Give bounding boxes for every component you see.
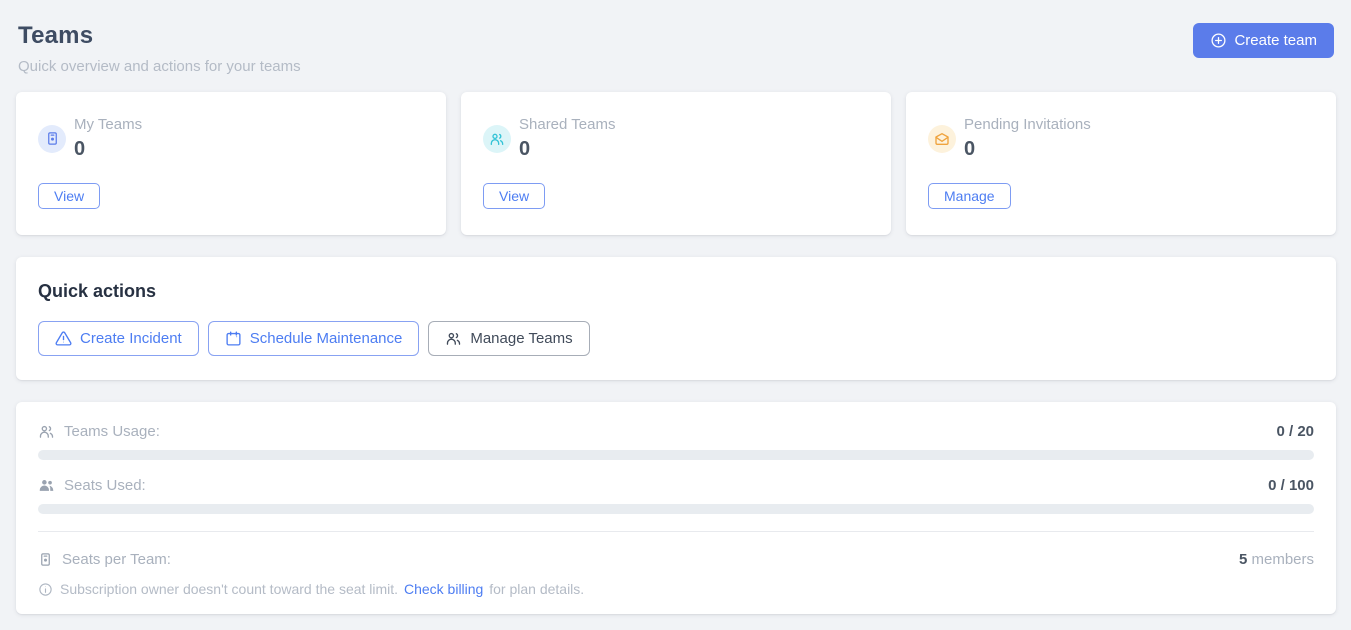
teams-usage-progressbar — [38, 450, 1314, 460]
note-text-after: for plan details. — [489, 581, 584, 597]
page-subtitle: Quick overview and actions for your team… — [18, 58, 301, 75]
my-teams-view-button[interactable]: View — [38, 183, 100, 209]
teams-usage-value: 0 / 20 — [1276, 423, 1314, 440]
users-outline-icon — [38, 423, 55, 440]
quick-actions-card: Quick actions Create Incident — [16, 257, 1336, 380]
stat-top: Shared Teams 0 — [483, 116, 869, 161]
id-badge-icon — [38, 552, 53, 567]
note-text: Subscription owner doesn't count toward … — [60, 581, 584, 597]
stat-texts: My Teams 0 — [74, 116, 142, 161]
stat-texts: Shared Teams 0 — [519, 116, 615, 161]
create-incident-button[interactable]: Create Incident — [38, 321, 199, 356]
schedule-maintenance-button[interactable]: Schedule Maintenance — [208, 321, 420, 356]
seats-used-value: 0 / 100 — [1268, 477, 1314, 494]
seats-per-team-number: 5 — [1239, 551, 1247, 568]
mail-icon — [928, 125, 956, 153]
pending-invitations-manage-button[interactable]: Manage — [928, 183, 1011, 209]
create-team-button[interactable]: Create team — [1193, 23, 1334, 58]
seats-used-progressbar — [38, 504, 1314, 514]
usage-note: Subscription owner doesn't count toward … — [38, 581, 1314, 597]
warning-triangle-icon — [55, 330, 72, 347]
seats-used-label: Seats Used: — [64, 477, 146, 494]
teams-usage-left: Teams Usage: — [38, 423, 160, 440]
seats-used-left: Seats Used: — [38, 477, 146, 494]
calendar-icon — [225, 330, 242, 347]
shared-teams-card: Shared Teams 0 View — [461, 92, 891, 235]
check-billing-link[interactable]: Check billing — [404, 581, 483, 597]
stat-value: 0 — [519, 138, 615, 161]
note-text-before: Subscription owner doesn't count toward … — [60, 581, 398, 597]
stat-top: My Teams 0 — [38, 116, 424, 161]
users-icon — [445, 330, 462, 347]
seats-per-team-suffix: members — [1251, 551, 1314, 568]
stat-label: Shared Teams — [519, 116, 615, 133]
manage-teams-label: Manage Teams — [470, 330, 572, 347]
teams-page: Teams Quick overview and actions for you… — [0, 0, 1351, 630]
page-header-text: Teams Quick overview and actions for you… — [18, 22, 301, 75]
stat-top: Pending Invitations 0 — [928, 116, 1314, 161]
seats-per-team-label: Seats per Team: — [62, 551, 171, 568]
teams-usage-label: Teams Usage: — [64, 423, 160, 440]
info-icon — [38, 582, 53, 597]
stat-label: Pending Invitations — [964, 116, 1091, 133]
page-header: Teams Quick overview and actions for you… — [16, 16, 1336, 75]
stat-value: 0 — [964, 138, 1091, 161]
page-title: Teams — [18, 22, 301, 50]
users-filled-icon — [38, 477, 55, 494]
id-badge-icon — [38, 125, 66, 153]
pending-invitations-card: Pending Invitations 0 Manage — [906, 92, 1336, 235]
plus-circle-icon — [1210, 32, 1227, 49]
users-icon — [483, 125, 511, 153]
create-incident-label: Create Incident — [80, 330, 182, 347]
quick-actions-title: Quick actions — [38, 281, 1314, 302]
manage-teams-button[interactable]: Manage Teams — [428, 321, 589, 356]
stat-value: 0 — [74, 138, 142, 161]
seats-per-team-row: Seats per Team: 5 members — [38, 551, 1314, 568]
stat-label: My Teams — [74, 116, 142, 133]
seats-used-row: Seats Used: 0 / 100 — [38, 477, 1314, 494]
create-team-label: Create team — [1234, 32, 1317, 49]
stat-cards-row: My Teams 0 View Shared Teams — [16, 92, 1336, 235]
stat-texts: Pending Invitations 0 — [964, 116, 1091, 161]
seats-per-team-value: 5 members — [1239, 551, 1314, 568]
schedule-maintenance-label: Schedule Maintenance — [250, 330, 403, 347]
my-teams-card: My Teams 0 View — [16, 92, 446, 235]
teams-usage-row: Teams Usage: 0 / 20 — [38, 423, 1314, 440]
seats-per-team-left: Seats per Team: — [38, 551, 171, 568]
shared-teams-view-button[interactable]: View — [483, 183, 545, 209]
usage-divider — [38, 531, 1314, 532]
usage-card: Teams Usage: 0 / 20 Seats Used: 0 / 100 — [16, 402, 1336, 614]
quick-actions-buttons: Create Incident Schedule Maintenance — [38, 321, 1314, 356]
